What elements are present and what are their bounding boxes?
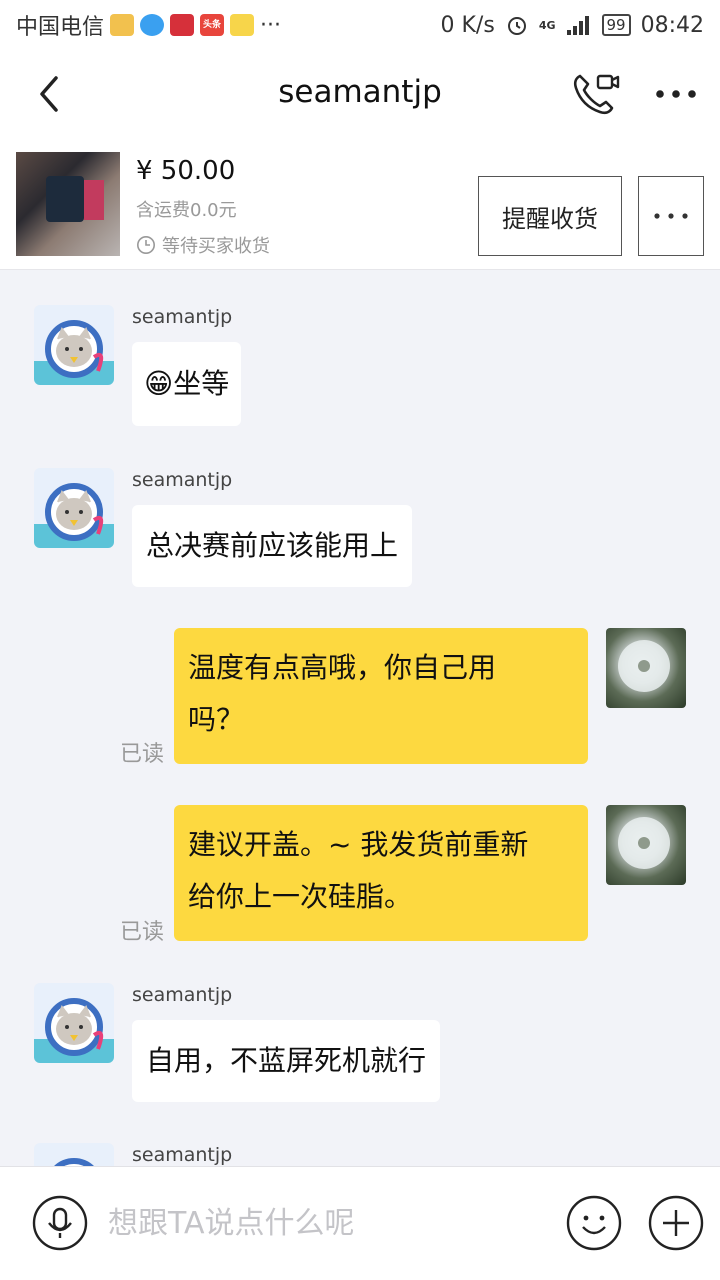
cat-avatar-icon — [34, 998, 114, 1063]
contact-avatar[interactable] — [34, 983, 114, 1063]
cat-avatar-icon — [34, 483, 114, 548]
sender-name: seamantjp — [132, 1144, 233, 1166]
message-bubble[interactable]: 总决赛前应该能用上 — [132, 505, 413, 587]
message-text-line: 建议开盖。~ 我发货前重新 — [188, 828, 529, 861]
message-text-line: 吗？ — [188, 703, 245, 736]
read-status: 已读 — [120, 920, 165, 945]
contact-avatar[interactable] — [34, 468, 114, 548]
message-bubble[interactable]: 😁坐等 — [132, 342, 242, 426]
more-icon — [654, 213, 688, 219]
message-bubble[interactable]: 建议开盖。~ 我发货前重新 给你上一次硅脂。 — [174, 805, 588, 941]
app-icon-4: 头条 — [200, 14, 225, 36]
app-icon-1 — [110, 14, 135, 36]
dandelion-avatar-icon — [618, 817, 670, 869]
message-text-line: 给你上一次硅脂。 — [188, 880, 413, 913]
message-text: 自用，不蓝屏死机就行 — [146, 1044, 427, 1077]
app-icon-5 — [230, 14, 255, 36]
more-notifications-icon: ··· — [260, 12, 281, 38]
net-speed: 0 K/s — [440, 12, 495, 38]
clock-icon — [137, 236, 155, 254]
battery-icon: 99 — [601, 14, 631, 36]
page-title: seamantjp — [278, 74, 442, 110]
more-icon[interactable] — [650, 72, 702, 116]
message-bubble[interactable]: 自用，不蓝屏死机就行 — [132, 1020, 441, 1102]
app-icon-2 — [140, 14, 165, 36]
dandelion-avatar-icon — [618, 640, 670, 692]
status-bar: 中国电信 头条 ··· 0 K/s 4G 99 08:42 — [0, 0, 720, 50]
sender-name: seamantjp — [132, 984, 233, 1006]
message-text: 坐等 — [173, 367, 230, 400]
carrier-label: 中国电信 — [16, 15, 105, 40]
order-more-button[interactable] — [638, 176, 704, 256]
emoji-icon[interactable] — [566, 1195, 622, 1251]
network-type: 4G — [538, 18, 556, 32]
product-thumbnail[interactable] — [16, 152, 120, 256]
sender-name: seamantjp — [132, 306, 233, 328]
signal-icon — [566, 16, 589, 35]
order-price: ¥ 50.00 — [136, 156, 236, 186]
remind-receipt-button[interactable]: 提醒收货 — [478, 176, 622, 256]
title-bar: seamantjp — [0, 50, 720, 138]
read-status: 已读 — [120, 742, 165, 767]
back-icon[interactable] — [30, 70, 70, 118]
order-status-text: 等待买家收货 — [162, 236, 270, 257]
message-bubble[interactable]: 温度有点高哦，你自己用 吗？ — [174, 628, 588, 764]
contact-avatar[interactable] — [34, 305, 114, 385]
alarm-icon — [507, 17, 526, 35]
message-text: 总决赛前应该能用上 — [146, 529, 399, 562]
clock: 08:42 — [640, 12, 704, 38]
app-icon-3 — [170, 14, 195, 36]
input-bar — [0, 1166, 720, 1280]
sender-name: seamantjp — [132, 469, 233, 491]
cat-avatar-icon — [34, 320, 114, 385]
message-input[interactable] — [108, 1195, 548, 1251]
my-avatar[interactable] — [606, 628, 686, 708]
message-text-line: 温度有点高哦，你自己用 — [188, 651, 497, 684]
emoji-grin: 😁 — [144, 367, 174, 400]
my-avatar[interactable] — [606, 805, 686, 885]
order-shipping: 含运费0.0元 — [136, 200, 237, 221]
voice-input-icon[interactable] — [32, 1195, 88, 1251]
order-status: 等待买家收货 — [136, 232, 270, 258]
call-icon[interactable] — [566, 66, 622, 122]
add-attachment-icon[interactable] — [648, 1195, 704, 1251]
order-card: ¥ 50.00 含运费0.0元 等待买家收货 提醒收货 — [0, 138, 720, 270]
